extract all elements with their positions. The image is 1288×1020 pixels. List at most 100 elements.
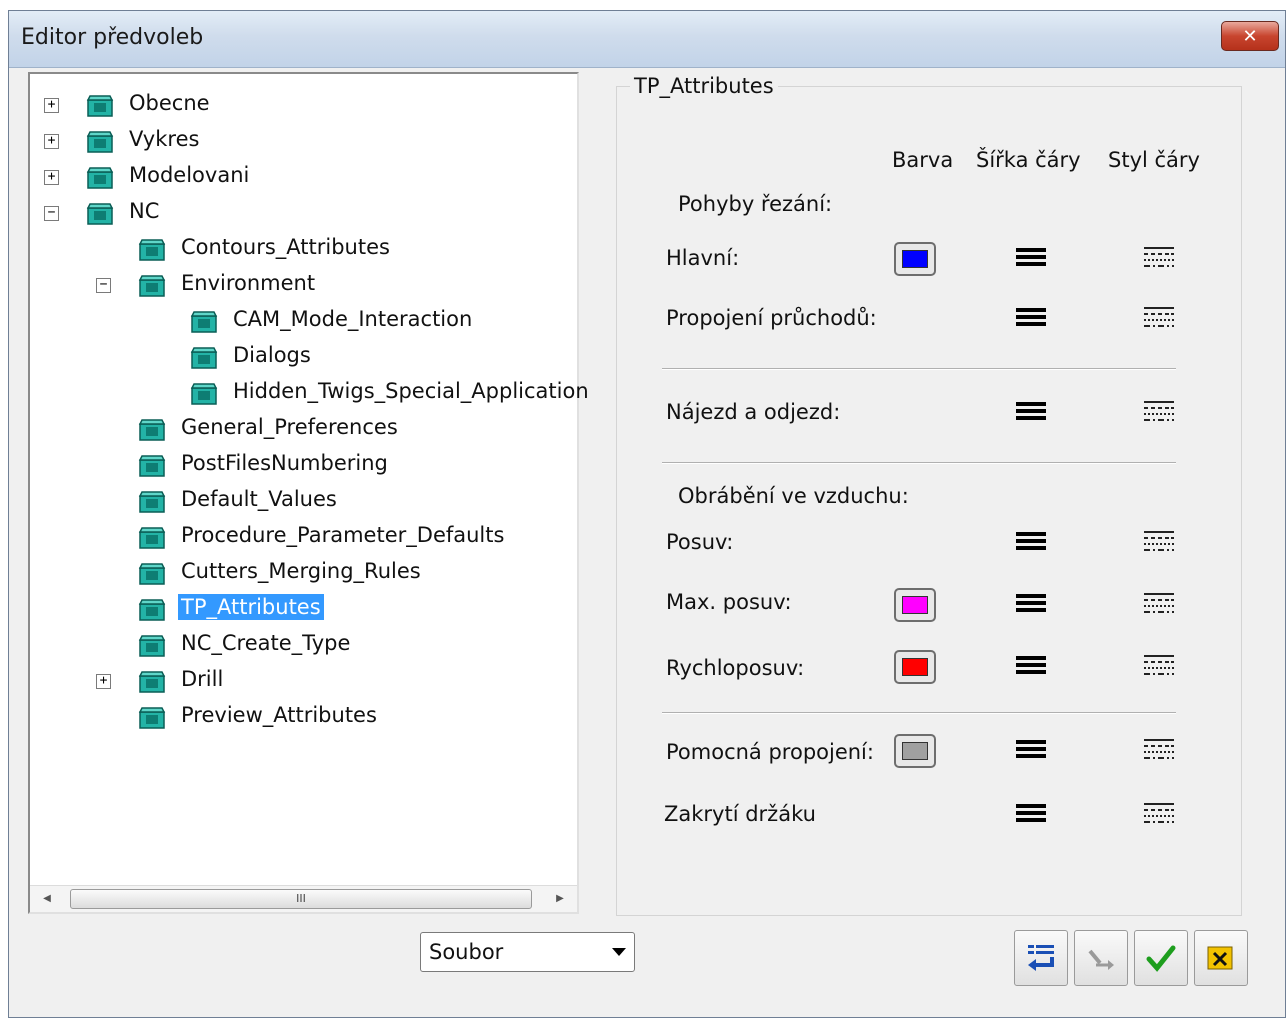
collapse-icon[interactable]: −	[44, 206, 59, 221]
line-width-icon[interactable]	[1016, 594, 1046, 616]
max-feed-color-swatch	[902, 596, 928, 614]
rapid-color-swatch	[902, 658, 928, 676]
tree-item[interactable]: Procedure_Parameter_Defaults	[30, 520, 570, 554]
line-style-icon[interactable]	[1144, 802, 1174, 824]
line-style-icon[interactable]	[1144, 592, 1174, 614]
tree-item[interactable]: Contours_Attributes	[30, 232, 570, 266]
separator	[662, 462, 1176, 464]
expand-icon[interactable]: +	[44, 170, 59, 185]
line-width-icon[interactable]	[1016, 532, 1046, 554]
tree-item-label: CAM_Mode_Interaction	[233, 307, 473, 331]
tree-item-label: Dialogs	[233, 343, 311, 367]
max-feed-color-button[interactable]	[894, 588, 936, 622]
line-width-icon[interactable]	[1016, 804, 1046, 826]
line-width-icon[interactable]	[1016, 740, 1046, 762]
folder-node-icon	[86, 167, 114, 189]
line-style-icon[interactable]	[1144, 654, 1174, 676]
tree-item[interactable]: Hidden_Twigs_Special_Application	[30, 376, 589, 410]
line-style-icon[interactable]	[1144, 306, 1174, 328]
separator	[662, 712, 1176, 714]
section-cutting-label: Pohyby řezání:	[678, 192, 833, 216]
tree-item[interactable]: + Vykres	[30, 124, 570, 158]
cancel-button[interactable]	[1194, 930, 1248, 986]
tree-item-label: NC	[129, 199, 160, 223]
tree-item-label: NC_Create_Type	[181, 631, 351, 655]
tree-item-label: Preview_Attributes	[181, 703, 377, 727]
scroll-left-arrow-icon[interactable]: ◀	[34, 886, 60, 912]
horizontal-scrollbar[interactable]: ◀ III ▶	[30, 885, 577, 912]
scroll-thumb[interactable]: III	[70, 889, 532, 909]
chevron-down-icon	[612, 948, 626, 956]
column-width-header: Šířka čáry	[976, 148, 1081, 172]
tree-item-label: Hidden_Twigs_Special_Application	[233, 379, 589, 403]
apply-list-button[interactable]	[1014, 930, 1068, 986]
tree-item[interactable]: Default_Values	[30, 484, 570, 518]
tree-item[interactable]: − Environment	[30, 268, 570, 302]
window-title: Editor předvoleb	[21, 25, 204, 50]
tree-item[interactable]: Dialogs	[30, 340, 570, 374]
apply-list-icon	[1028, 945, 1054, 971]
tree-item-label: Obecne	[129, 91, 210, 115]
line-style-icon[interactable]	[1144, 738, 1174, 760]
ok-check-icon	[1146, 945, 1176, 972]
tree-item-label: Environment	[181, 271, 316, 295]
line-style-icon[interactable]	[1144, 530, 1174, 552]
folder-node-icon	[86, 131, 114, 153]
tree-item-label: Drill	[181, 667, 224, 691]
tree-item[interactable]: Preview_Attributes	[30, 700, 570, 734]
tree-item[interactable]: + Obecne	[30, 88, 570, 122]
main-color-swatch	[902, 250, 928, 268]
tree-item[interactable]: General_Preferences	[30, 412, 570, 446]
folder-node-icon	[190, 383, 218, 405]
tree-item[interactable]: − NC	[30, 196, 570, 230]
folder-node-icon	[138, 419, 166, 441]
row-rapid-label: Rychloposuv:	[666, 656, 805, 680]
file-scope-dropdown[interactable]: Soubor	[420, 932, 635, 972]
column-color-header: Barva	[892, 148, 954, 172]
row-main-label: Hlavní:	[666, 246, 740, 270]
collapse-icon[interactable]: −	[96, 278, 111, 293]
tree-item[interactable]: CAM_Mode_Interaction	[30, 304, 570, 338]
folder-node-icon	[138, 671, 166, 693]
tree-item[interactable]: NC_Create_Type	[30, 628, 570, 662]
line-style-icon[interactable]	[1144, 246, 1174, 268]
rapid-color-button[interactable]	[894, 650, 936, 684]
row-approach-label: Nájezd a odjezd:	[666, 400, 841, 424]
aux-link-color-button[interactable]	[894, 734, 936, 768]
tree-item[interactable]: Cutters_Merging_Rules	[30, 556, 570, 590]
expand-icon[interactable]: +	[44, 134, 59, 149]
expand-icon[interactable]: +	[96, 674, 111, 689]
undo-button[interactable]	[1074, 930, 1128, 986]
separator	[662, 368, 1176, 370]
tree-item[interactable]: PostFilesNumbering	[30, 448, 570, 482]
line-width-icon[interactable]	[1016, 656, 1046, 678]
row-max-feed-label: Max. posuv:	[666, 590, 792, 614]
expand-icon[interactable]: +	[44, 98, 59, 113]
tree-item[interactable]: + Modelovani	[30, 160, 570, 194]
tree-item[interactable]: + Drill	[30, 664, 570, 698]
column-style-header: Styl čáry	[1108, 148, 1200, 172]
undo-icon	[1088, 949, 1114, 970]
folder-node-icon	[138, 275, 166, 297]
line-width-icon[interactable]	[1016, 402, 1046, 424]
folder-node-icon	[138, 707, 166, 729]
tree-item-label: Vykres	[129, 127, 200, 151]
tree-item[interactable]: TP_Attributes	[30, 592, 570, 626]
tree-item-label: Contours_Attributes	[181, 235, 390, 259]
title-bar[interactable]: Editor předvoleb ✕	[9, 11, 1285, 68]
ok-button[interactable]	[1134, 930, 1188, 986]
main-color-button[interactable]	[894, 242, 936, 276]
tree-item-label: Modelovani	[129, 163, 250, 187]
folder-node-icon	[138, 563, 166, 585]
folder-node-icon	[86, 203, 114, 225]
scroll-right-arrow-icon[interactable]: ▶	[547, 886, 573, 912]
close-icon: ✕	[1242, 25, 1258, 47]
close-button[interactable]: ✕	[1221, 21, 1279, 51]
tree-item-label: Default_Values	[181, 487, 337, 511]
folder-node-icon	[138, 491, 166, 513]
section-air-label: Obrábění ve vzduchu:	[678, 484, 909, 508]
line-width-icon[interactable]	[1016, 248, 1046, 270]
row-feed-label: Posuv:	[666, 530, 734, 554]
line-style-icon[interactable]	[1144, 400, 1174, 422]
line-width-icon[interactable]	[1016, 308, 1046, 330]
